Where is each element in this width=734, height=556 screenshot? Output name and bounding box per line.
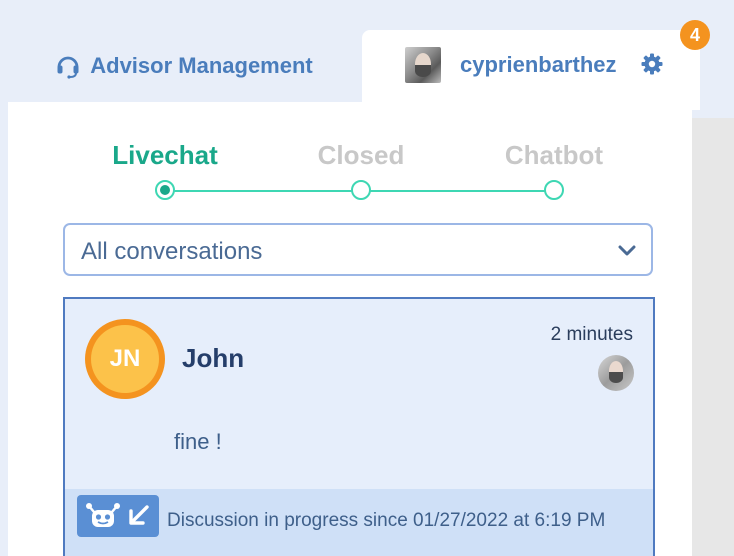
select-value: All conversations (81, 238, 263, 265)
user-avatar (405, 47, 441, 83)
arrow-down-left-icon (129, 505, 149, 525)
tab-advisor-management[interactable]: Advisor Management (8, 30, 360, 102)
conversation-filter-select[interactable]: All conversations (63, 223, 653, 276)
robot-icon (86, 503, 120, 527)
step-chatbot-label[interactable]: Chatbot (484, 140, 624, 171)
chevron-down-icon (617, 241, 637, 259)
notification-badge: 4 (680, 20, 710, 50)
step-closed-label[interactable]: Closed (291, 140, 431, 171)
last-message: fine ! (174, 429, 222, 454)
tab-user-profile[interactable]: cyprienbarthez (362, 30, 700, 110)
username-label: cyprienbarthez (460, 52, 617, 77)
step-closed-dot[interactable] (351, 180, 371, 200)
bot-transfer-badge (77, 495, 159, 537)
chat-area-placeholder (692, 118, 734, 556)
contact-initials: JN (91, 325, 159, 393)
step-livechat-label[interactable]: Livechat (95, 140, 235, 171)
conversation-card[interactable]: JN John 2 minutes fine ! Discussion in p… (63, 297, 655, 556)
contact-name: John (182, 343, 245, 373)
discussion-status-text: Discussion in progress since 01/27/2022 … (167, 510, 606, 531)
tab-advisor-label: Advisor Management (90, 53, 313, 78)
step-livechat-dot[interactable] (155, 180, 175, 200)
assigned-agent-avatar (598, 355, 634, 391)
headset-icon (55, 53, 81, 79)
gear-icon[interactable] (640, 52, 664, 76)
conversation-status-bar: Discussion in progress since 01/27/2022 … (65, 489, 653, 556)
contact-avatar: JN (85, 319, 165, 399)
step-chatbot-dot[interactable] (544, 180, 564, 200)
conversation-time: 2 minutes (550, 324, 633, 345)
